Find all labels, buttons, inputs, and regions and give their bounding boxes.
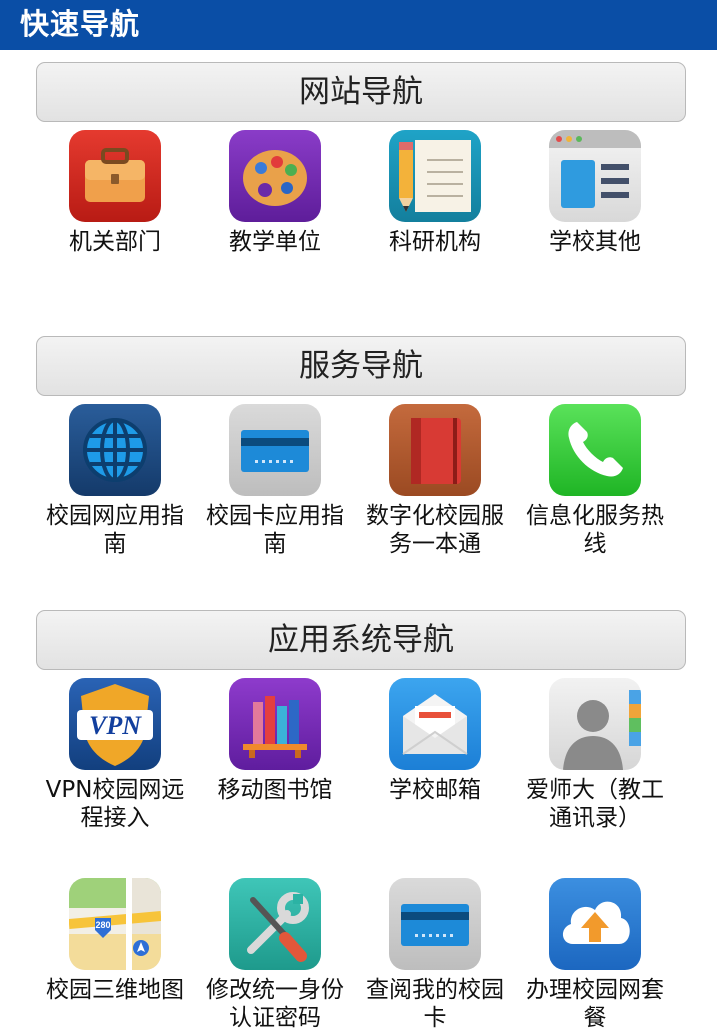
nav-item-label: 学校其他 (549, 229, 641, 255)
nav-item-label: 数字化校园服务一本通 (366, 503, 504, 557)
nav-item-label: 修改统一身份认证密码 (206, 977, 344, 1031)
nav-item-staff-directory[interactable]: 爱师大（教工通讯录） (515, 678, 675, 832)
nav-item-it-service-hotline[interactable]: 信息化服务热线 (515, 404, 675, 558)
cloud-upload-icon (549, 878, 641, 970)
vpn-shield-icon: VPN (69, 678, 161, 770)
nav-item-label: 爱师大（教工通讯录） (526, 777, 664, 831)
book-icon (389, 404, 481, 496)
nav-item-label: VPN校园网远程接入 (45, 777, 185, 831)
globe-icon (69, 404, 161, 496)
nav-item-label: 查阅我的校园卡 (366, 977, 504, 1031)
nav-item-label: 学校邮箱 (389, 777, 481, 803)
nav-item-label: 校园网应用指南 (46, 503, 184, 557)
window-list-icon (549, 130, 641, 222)
section-header-app-system-nav[interactable]: 应用系统导航 (36, 610, 686, 670)
section-header-website-nav[interactable]: 网站导航 (36, 62, 686, 122)
nav-item-label: 科研机构 (389, 229, 481, 255)
card-icon (229, 404, 321, 496)
notepad-pencil-icon (389, 130, 481, 222)
nav-item-school-mailbox[interactable]: 学校邮箱 (355, 678, 515, 804)
nav-item-label: 校园卡应用指南 (206, 503, 344, 557)
briefcase-icon (69, 130, 161, 222)
nav-item-change-unified-password[interactable]: 修改统一身份认证密码 (195, 878, 355, 1032)
nav-item-label: 信息化服务热线 (526, 503, 664, 557)
nav-item-vpn-remote-access[interactable]: VPN VPN校园网远程接入 (35, 678, 195, 832)
top-bar: 快速导航 (0, 0, 717, 50)
section-header-service-nav[interactable]: 服务导航 (36, 336, 686, 396)
map-icon: 280 (69, 878, 161, 970)
nav-item-research-institutes[interactable]: 科研机构 (355, 130, 515, 256)
phone-icon (549, 404, 641, 496)
nav-item-label: 教学单位 (229, 229, 321, 255)
nav-item-label: 办理校园网套餐 (526, 977, 664, 1031)
nav-item-label: 移动图书馆 (217, 777, 333, 803)
card-icon (389, 878, 481, 970)
nav-item-label: 校园三维地图 (46, 977, 184, 1003)
nav-item-digital-campus-handbook[interactable]: 数字化校园服务一本通 (355, 404, 515, 558)
nav-item-my-campus-card[interactable]: 查阅我的校园卡 (355, 878, 515, 1032)
nav-item-network-package[interactable]: 办理校园网套餐 (515, 878, 675, 1032)
vpn-icon-text: VPN (89, 711, 142, 740)
palette-icon (229, 130, 321, 222)
nav-item-campus-3d-map[interactable]: 280 校园三维地图 (35, 878, 195, 1004)
nav-item-mobile-library[interactable]: 移动图书馆 (195, 678, 355, 804)
tools-icon (229, 878, 321, 970)
map-route-text: 280 (95, 920, 110, 930)
nav-item-campus-card-guide[interactable]: 校园卡应用指南 (195, 404, 355, 558)
mail-envelope-icon (389, 678, 481, 770)
nav-item-label: 机关部门 (69, 229, 161, 255)
nav-item-campus-network-guide[interactable]: 校园网应用指南 (35, 404, 195, 558)
page-title: 快速导航 (20, 7, 141, 41)
nav-item-admin-departments[interactable]: 机关部门 (35, 130, 195, 256)
nav-item-teaching-units[interactable]: 教学单位 (195, 130, 355, 256)
nav-item-school-other[interactable]: 学校其他 (515, 130, 675, 256)
contacts-icon (549, 678, 641, 770)
bookshelf-icon (229, 678, 321, 770)
